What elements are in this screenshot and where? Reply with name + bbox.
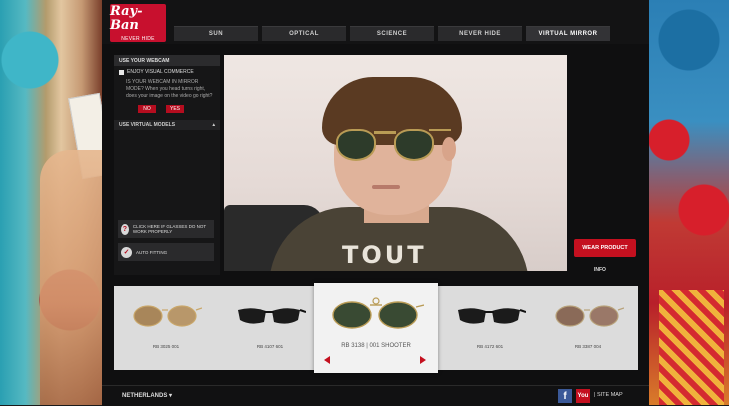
product-carousel: RB 3025 001 RB 4107 601 RB 3138 | 001 SH… bbox=[114, 283, 638, 373]
product-label: RB 4172 601 bbox=[476, 344, 504, 349]
background-hand bbox=[40, 150, 102, 405]
product-item[interactable]: RB 3387 004 bbox=[538, 286, 638, 370]
virtual-glasses-bridge bbox=[374, 131, 396, 134]
wrap-sunglasses-icon bbox=[458, 308, 526, 324]
facebook-icon[interactable]: f bbox=[558, 389, 572, 403]
product-item[interactable]: RB 3025 001 bbox=[116, 286, 216, 370]
brand-tagline: NEVER HIDE bbox=[121, 35, 155, 42]
top-bar: Ray-Ban NEVER HIDE SUN OPTICAL SCIENCE N… bbox=[102, 0, 649, 44]
aviator-glasses-icon bbox=[555, 305, 624, 327]
virtual-glasses-right-lens bbox=[394, 129, 434, 161]
checkbox-label: ENJOY VISUAL COMMERCE bbox=[127, 69, 194, 75]
chevron-up-icon: ▴ bbox=[212, 122, 215, 128]
main-nav: SUN OPTICAL SCIENCE NEVER HIDE VIRTUAL M… bbox=[174, 26, 610, 41]
shooter-glasses-icon bbox=[332, 297, 424, 329]
carousel-next-arrow-icon[interactable] bbox=[420, 356, 426, 364]
aviator-glasses-icon bbox=[133, 305, 202, 327]
virtual-glasses-arm bbox=[429, 129, 451, 131]
carousel-prev-arrow-icon[interactable] bbox=[324, 356, 330, 364]
wrap-sunglasses-icon bbox=[238, 308, 306, 324]
product-item[interactable]: RB 4107 601 bbox=[220, 286, 320, 370]
webcam-view: TOUT bbox=[224, 55, 567, 271]
person-mouth bbox=[372, 185, 400, 189]
person-ear bbox=[442, 137, 456, 161]
auto-fitting-label: AUTO FITTING bbox=[136, 249, 168, 255]
info-link[interactable]: INFO bbox=[594, 267, 606, 273]
youtube-icon[interactable]: You bbox=[576, 389, 590, 403]
tab-never-hide[interactable]: NEVER HIDE bbox=[438, 26, 522, 41]
shirt-print: TOUT bbox=[342, 241, 427, 269]
checkbox[interactable] bbox=[119, 69, 124, 75]
background-collage-right bbox=[649, 0, 729, 405]
auto-fitting-button[interactable]: ✓ AUTO FITTING bbox=[118, 243, 214, 261]
background-gift bbox=[659, 290, 724, 405]
product-item-selected[interactable]: RB 3138 | 001 SHOOTER bbox=[314, 283, 438, 373]
mirror-mode-question: IS YOUR WEBCAM IN MIRROR MODE? When you … bbox=[126, 79, 213, 99]
background-collage-left bbox=[0, 0, 114, 405]
help-button[interactable]: ? CLICK HERE IF GLASSES DO NOT WORK PROP… bbox=[118, 220, 214, 238]
product-item[interactable]: RB 4172 601 bbox=[440, 286, 540, 370]
tab-optical[interactable]: OPTICAL bbox=[262, 26, 346, 41]
visual-commerce-option[interactable]: ENJOY VISUAL COMMERCE bbox=[114, 66, 220, 78]
virtual-models-header[interactable]: USE VIRTUAL MODELS ▴ bbox=[114, 120, 220, 130]
side-panel: USE YOUR WEBCAM ENJOY VISUAL COMMERCE IS… bbox=[114, 55, 220, 275]
yes-button[interactable]: YES bbox=[166, 105, 184, 113]
help-icon: ? bbox=[121, 223, 129, 235]
tab-virtual-mirror[interactable]: VIRTUAL MIRROR bbox=[526, 26, 610, 41]
product-label: RB 4107 601 bbox=[256, 344, 284, 349]
tab-science[interactable]: SCIENCE bbox=[350, 26, 434, 41]
mirror-mode-buttons: NO YES bbox=[114, 100, 220, 113]
webcam-header[interactable]: USE YOUR WEBCAM bbox=[114, 55, 220, 66]
virtual-mirror-app: Ray-Ban NEVER HIDE SUN OPTICAL SCIENCE N… bbox=[102, 0, 649, 406]
no-button[interactable]: NO bbox=[138, 105, 156, 113]
wear-product-button[interactable]: WEAR PRODUCT bbox=[574, 239, 636, 257]
country-selector[interactable]: NETHERLANDS ▾ bbox=[122, 392, 172, 399]
virtual-models-label: USE VIRTUAL MODELS bbox=[119, 122, 176, 128]
site-map-link[interactable]: | SITE MAP bbox=[594, 392, 623, 398]
brand-logo[interactable]: Ray-Ban NEVER HIDE bbox=[110, 4, 166, 42]
product-label: RB 3138 | 001 SHOOTER bbox=[341, 343, 411, 349]
help-button-label: CLICK HERE IF GLASSES DO NOT WORK PROPER… bbox=[132, 224, 207, 234]
virtual-glasses-left-lens bbox=[336, 129, 376, 161]
product-label: RB 3025 001 bbox=[152, 344, 180, 349]
footer: NETHERLANDS ▾ f You | SITE MAP bbox=[102, 385, 649, 406]
brand-name: Ray-Ban bbox=[110, 3, 143, 33]
tab-sun[interactable]: SUN bbox=[174, 26, 258, 41]
auto-fit-icon: ✓ bbox=[121, 246, 132, 258]
product-label: RB 3387 004 bbox=[574, 344, 602, 349]
